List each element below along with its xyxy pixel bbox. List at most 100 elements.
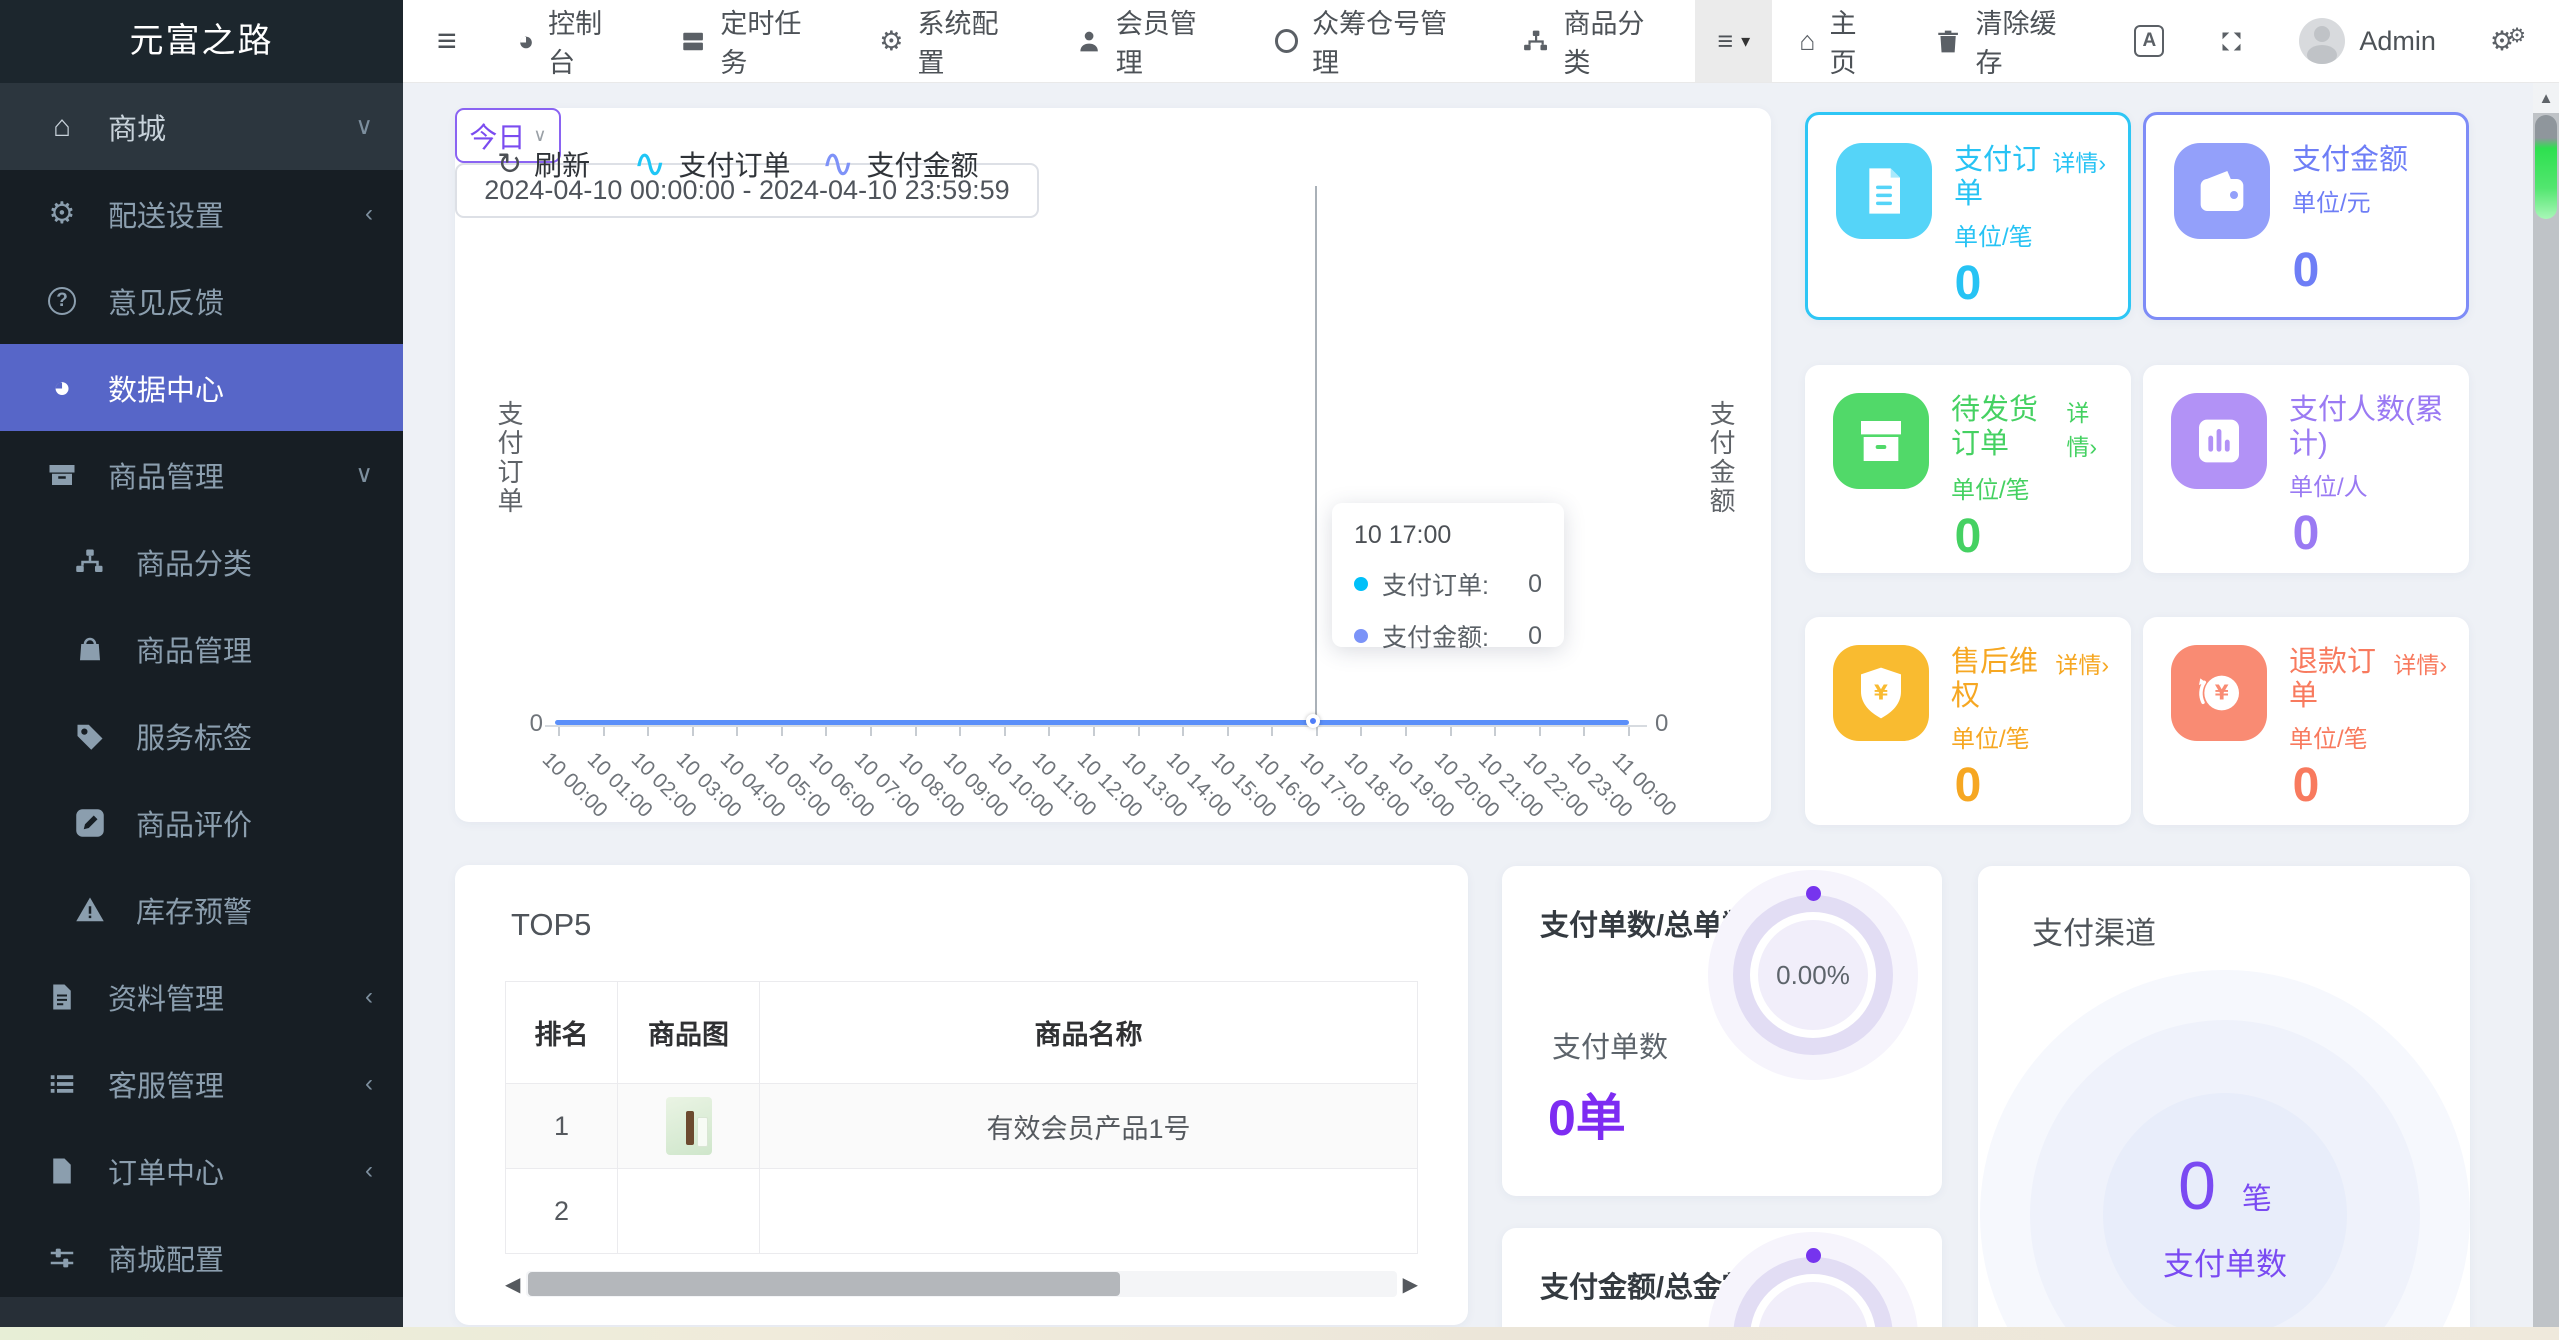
series-dot-icon — [1354, 577, 1368, 591]
gears-icon: ⚙ — [48, 197, 76, 230]
column-header-image: 商品图 — [618, 982, 760, 1084]
donut-gauge — [1708, 1232, 1918, 1340]
vertical-scrollbar[interactable]: ▲ — [2533, 83, 2559, 1340]
sidebar-item-service-tags[interactable]: 服务标签 — [0, 692, 403, 779]
stat-card-title: 支付订单 — [1954, 144, 2042, 210]
nav-fullscreen-button[interactable] — [2191, 0, 2272, 82]
top5-title: TOP5 — [511, 907, 592, 942]
sidebar-item-product-reviews[interactable]: 商品评价 — [0, 779, 403, 866]
sidebar-item-stock-warning[interactable]: 库存预警 — [0, 866, 403, 953]
tooltip-series-value: 0 — [1528, 621, 1542, 650]
sidebar-footer — [0, 1297, 403, 1327]
sidebar-item-customer-service[interactable]: 客服管理 ‹ — [0, 1040, 403, 1127]
detail-link[interactable]: 详情› — [2055, 648, 2109, 682]
scroll-right-icon[interactable]: ▶ — [1403, 1272, 1418, 1297]
sidebar-item-feedback[interactable]: ? 意见反馈 — [0, 257, 403, 344]
sidebar-item-data-center[interactable]: ◕ 数据中心 — [0, 344, 403, 431]
x-tick — [1360, 727, 1363, 736]
sidebar-item-label: 商品管理 — [136, 635, 253, 668]
nav-settings-button[interactable]: ⚙⚙ — [2463, 0, 2559, 82]
x-tick — [1271, 727, 1274, 736]
nav-item-system-config[interactable]: ⚙ 系统配置 — [852, 0, 1048, 82]
donut-gauge: 0.00% — [1708, 870, 1918, 1080]
cell-name — [760, 1169, 1418, 1254]
sidebar-item-material-management[interactable]: 资料管理 ‹ — [0, 953, 403, 1040]
package-icon — [1833, 393, 1929, 489]
nav-item-product-category[interactable]: 商品分类 — [1496, 0, 1695, 82]
sidebar-item-delivery-settings[interactable]: ⚙ 配送设置 ‹ — [0, 170, 403, 257]
x-tick — [870, 727, 873, 736]
nav-item-homepage[interactable]: ⌂ 主页 — [1772, 0, 1908, 82]
tooltip-series-value: 0 — [1528, 569, 1542, 598]
scroll-up-icon[interactable]: ▲ — [2533, 83, 2559, 113]
sidebar-item-label: 商城 — [108, 113, 167, 146]
x-tick — [736, 727, 739, 736]
list-icon — [40, 1069, 84, 1099]
bottom-scrollbar[interactable] — [0, 1327, 2559, 1340]
sidebar-item-label: 意见反馈 — [108, 287, 225, 320]
x-tick — [1449, 727, 1452, 736]
nav-item-label: 众筹仓号管理 — [1312, 9, 1448, 78]
sidebar-item-product-management[interactable]: 商品管理 ∨ — [0, 431, 403, 518]
detail-link[interactable]: 详情› — [2052, 146, 2106, 180]
channel-unit: 笔 — [2241, 1182, 2272, 1216]
detail-link[interactable]: 详情› — [2066, 396, 2109, 464]
scrollbar-track[interactable] — [526, 1271, 1397, 1297]
table-row[interactable]: 1 有效会员产品1号 — [506, 1084, 1418, 1169]
nav-item-label: 清除缓存 — [1975, 9, 2057, 78]
stat-card-title: 支付人数(累计) — [2289, 394, 2444, 460]
table-horizontal-scrollbar[interactable]: ◀ ▶ — [505, 1269, 1418, 1299]
nav-translate-button[interactable]: A — [2107, 0, 2191, 82]
nav-item-scheduled-tasks[interactable]: 定时任务 — [653, 0, 852, 82]
dashboard-page: 元富之路 ⌂ 商城 ∨ ⚙ 配送设置 ‹ ? 意见反馈 ◕ 数据中心 商品管理 … — [0, 0, 2559, 1340]
nav-item-console[interactable]: ◕ 控制台 — [491, 0, 653, 82]
x-tick — [825, 727, 828, 736]
x-tick — [1092, 727, 1095, 736]
tooltip-row: 支付订单: 0 — [1354, 566, 1542, 602]
channel-value: 0 — [2178, 1147, 2216, 1224]
file-icon — [40, 1156, 84, 1186]
hamburger-icon[interactable]: ≡ — [403, 0, 491, 82]
detail-link[interactable]: 详情› — [2393, 648, 2447, 682]
tooltip-time: 10 17:00 — [1354, 521, 1452, 549]
x-tick — [1182, 727, 1185, 736]
chevron-down-icon: ∨ — [355, 461, 373, 488]
table-row[interactable]: 2 — [506, 1169, 1418, 1254]
svg-text:¥: ¥ — [1874, 681, 1888, 705]
nav-item-label: 定时任务 — [720, 9, 802, 78]
sidebar-item-mall-config[interactable]: 商城配置 — [0, 1214, 403, 1301]
stat-card-title: 支付金额 — [2292, 144, 2409, 176]
user-icon — [1079, 31, 1098, 51]
chevron-left-icon: ‹ — [365, 1069, 373, 1097]
payment-channel-card: 支付渠道 0 笔 支付单数 — [1978, 866, 2470, 1340]
x-tick — [647, 727, 650, 736]
stat-card-unit: 单位/元 — [2292, 190, 2371, 217]
sidebar-item-order-center[interactable]: 订单中心 ‹ — [0, 1127, 403, 1214]
nav-user-menu[interactable]: Admin — [2272, 0, 2463, 82]
column-header-name: 商品名称 — [760, 982, 1418, 1084]
scroll-left-icon[interactable]: ◀ — [505, 1272, 520, 1297]
nav-item-clear-cache[interactable]: 清除缓存 — [1908, 0, 2107, 82]
channel-title: 支付渠道 — [2032, 916, 2156, 951]
sidebar-item-product-category[interactable]: 商品分类 — [0, 518, 403, 605]
shopping-bag-icon — [68, 634, 112, 664]
sidebar-item-product-admin[interactable]: 商品管理 — [0, 605, 403, 692]
chevron-left-icon: ‹ — [365, 199, 373, 227]
nav-item-crowdfunding[interactable]: 众筹仓号管理 — [1248, 0, 1497, 82]
caret-down-icon: ▾ — [1741, 30, 1751, 51]
scrollbar-thumb[interactable] — [2535, 115, 2557, 219]
sidebar-item-mall[interactable]: ⌂ 商城 ∨ — [0, 83, 403, 170]
nav-item-member-management[interactable]: 会员管理 — [1049, 0, 1248, 82]
crosshair-line — [1315, 186, 1317, 726]
stat-card-title: 售后维权 — [1951, 646, 2039, 712]
x-tick — [1583, 727, 1586, 736]
nav-menu-dropdown[interactable]: ≡ ▾ — [1695, 0, 1773, 82]
stat-card-unit: 单位/笔 — [1954, 224, 2033, 251]
x-tick — [1315, 727, 1318, 736]
x-tick — [1538, 727, 1541, 736]
scrollbar-thumb[interactable] — [528, 1272, 1121, 1296]
tooltip-row: 支付金额: 0 — [1354, 618, 1542, 654]
top5-table: 排名 商品图 商品名称 1 有效会员产品1号 2 — [505, 981, 1418, 1254]
refund-yuan-icon: ¥ — [2171, 645, 2267, 741]
chart-tooltip: 10 17:00 支付订单: 0 支付金额: 0 — [1332, 503, 1564, 652]
